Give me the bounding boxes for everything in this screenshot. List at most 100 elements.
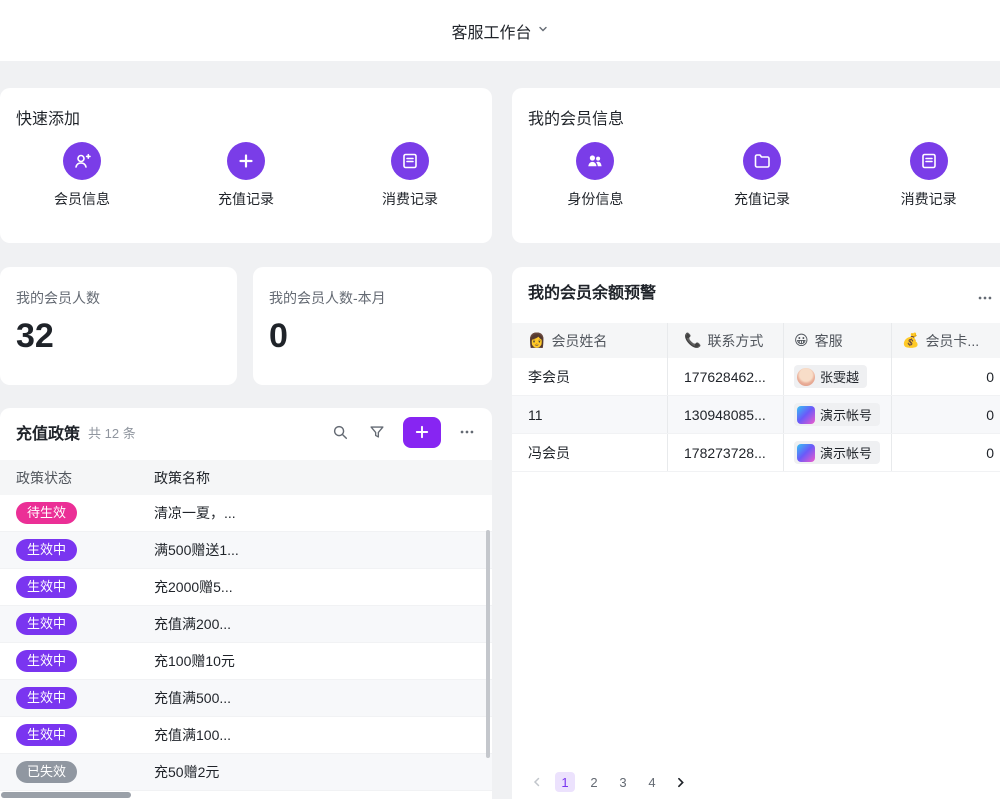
table-row[interactable]: 11 130948085... 演示帐号 0 [512,396,1000,434]
icon-label: 充值记录 [218,189,274,209]
page-button-4[interactable]: 4 [642,772,662,792]
my-recharge-record-button[interactable]: 充值记录 [679,142,846,209]
column-label: 客服 [815,331,843,351]
status-badge: 生效中 [16,687,77,709]
more-icon[interactable] [456,421,478,443]
prev-page-button[interactable] [528,773,546,791]
column-header-card-balance: 💰 会员卡... [892,323,1000,358]
stat-value: 32 [16,317,54,356]
person-add-icon [63,142,101,180]
table-row[interactable]: 生效中 满500赠送1... [0,532,492,569]
agent-name: 张雯越 [820,367,859,386]
agent-chip: 演示帐号 [794,403,880,426]
my-member-info-card: 我的会员信息 身份信息 充值记录 消费记录 [512,88,1000,243]
policy-name: 满500赠送1... [154,540,492,560]
status-badge: 生效中 [16,613,77,635]
table-row[interactable]: 生效中 充100赠10元 [0,643,492,680]
table-row[interactable]: 待生效 清凉一夏，... [0,495,492,532]
quick-add-recharge-record-button[interactable]: 充值记录 [164,142,328,209]
avatar [797,444,815,462]
column-label: 联系方式 [707,331,763,351]
record-count: 共 12 条 [88,423,136,442]
page-button-2[interactable]: 2 [584,772,604,792]
card-title: 我的会员信息 [528,105,624,129]
status-badge: 已失效 [16,761,77,783]
balance-warning-card: 我的会员余额预警 👩 会员姓名 📞 联系方式 😀 客服 💰 会员卡... [512,267,1000,799]
column-label: 会员姓名 [551,331,607,351]
icon-label: 充值记录 [734,189,790,209]
stat-label: 我的会员人数-本月 [269,288,386,308]
my-consume-record-button[interactable]: 消费记录 [845,142,1000,209]
table-row[interactable]: 生效中 充值满200... [0,606,492,643]
table-row[interactable]: 生效中 充2000赠5... [0,569,492,606]
agent-cell: 演示帐号 [784,396,892,433]
column-header-member-name: 👩 会员姓名 [512,323,668,358]
status-badge: 生效中 [16,576,77,598]
member-name: 冯会员 [512,434,668,471]
column-label: 会员卡... [925,331,979,351]
policy-name: 充50赠2元 [154,762,492,782]
table-row[interactable]: 冯会员 178273728... 演示帐号 0 [512,434,1000,472]
workspace-title-dropdown[interactable]: 客服工作台 [451,19,548,43]
member-phone: 177628462... [668,358,784,395]
icon-label: 消费记录 [901,189,957,209]
column-header-contact: 📞 联系方式 [668,323,784,358]
vertical-scrollbar[interactable] [486,530,490,758]
policy-name: 充2000赠5... [154,577,492,597]
column-header-name: 政策名称 [154,468,492,488]
member-name: 李会员 [512,358,668,395]
icon-label: 身份信息 [567,189,623,209]
card-title: 充值政策 [16,420,80,444]
agent-field-icon: 😀 [794,332,809,349]
folder-icon [743,142,781,180]
icon-label: 会员信息 [54,189,110,209]
table-row[interactable]: 生效中 充值满500... [0,680,492,717]
avatar [797,368,815,386]
agent-cell: 张雯越 [784,358,892,395]
plus-icon [227,142,265,180]
policy-name: 充值满500... [154,688,492,708]
policy-name: 充值满100... [154,725,492,745]
next-page-button[interactable] [671,773,689,791]
table-row[interactable]: 生效中 充值满100... [0,717,492,754]
agent-name: 演示帐号 [820,405,872,424]
page-title: 客服工作台 [451,19,531,43]
more-icon[interactable] [974,287,996,309]
pagination: 1 2 3 4 [528,772,689,792]
agent-chip: 张雯越 [794,365,867,388]
table-row[interactable]: 李会员 177628462... 张雯越 0 [512,358,1000,396]
agent-chip: 演示帐号 [794,441,880,464]
card-title: 快速添加 [16,105,80,129]
card-title: 我的会员余额预警 [528,279,656,303]
table-header: 政策状态 政策名称 [0,460,492,495]
identity-info-button[interactable]: 身份信息 [512,142,679,209]
policy-name: 清凉一夏，... [154,503,492,523]
column-header-agent: 😀 客服 [784,323,892,358]
status-badge: 待生效 [16,502,77,524]
page-button-1[interactable]: 1 [555,772,575,792]
stat-card-member-count: 我的会员人数 32 [0,267,237,385]
phone-field-icon: 📞 [684,332,701,349]
balance-table: 👩 会员姓名 📞 联系方式 😀 客服 💰 会员卡... 李会员 17762846… [512,323,1000,472]
quick-add-consume-record-button[interactable]: 消费记录 [328,142,492,209]
people-icon [576,142,614,180]
column-header-status: 政策状态 [0,468,154,488]
receipt-icon [391,142,429,180]
member-phone: 178273728... [668,434,784,471]
money-field-icon: 💰 [902,332,919,349]
recharge-policy-card: 充值政策 共 12 条 政策状态 政策名称 待生效 清凉一夏，... [0,408,492,799]
quick-add-member-info-button[interactable]: 会员信息 [0,142,164,209]
page-button-3[interactable]: 3 [613,772,633,792]
person-field-icon: 👩 [528,332,545,349]
stat-label: 我的会员人数 [16,288,100,308]
policy-table: 政策状态 政策名称 待生效 清凉一夏，... 生效中 满500赠送1... 生效… [0,460,492,791]
table-row[interactable]: 已失效 充50赠2元 [0,754,492,791]
avatar [797,406,815,424]
search-icon[interactable] [329,421,351,443]
add-record-button[interactable] [403,417,441,448]
filter-icon[interactable] [366,421,388,443]
status-badge: 生效中 [16,724,77,746]
member-name: 11 [512,396,668,433]
horizontal-scrollbar[interactable] [1,792,131,798]
stat-value: 0 [269,317,288,356]
